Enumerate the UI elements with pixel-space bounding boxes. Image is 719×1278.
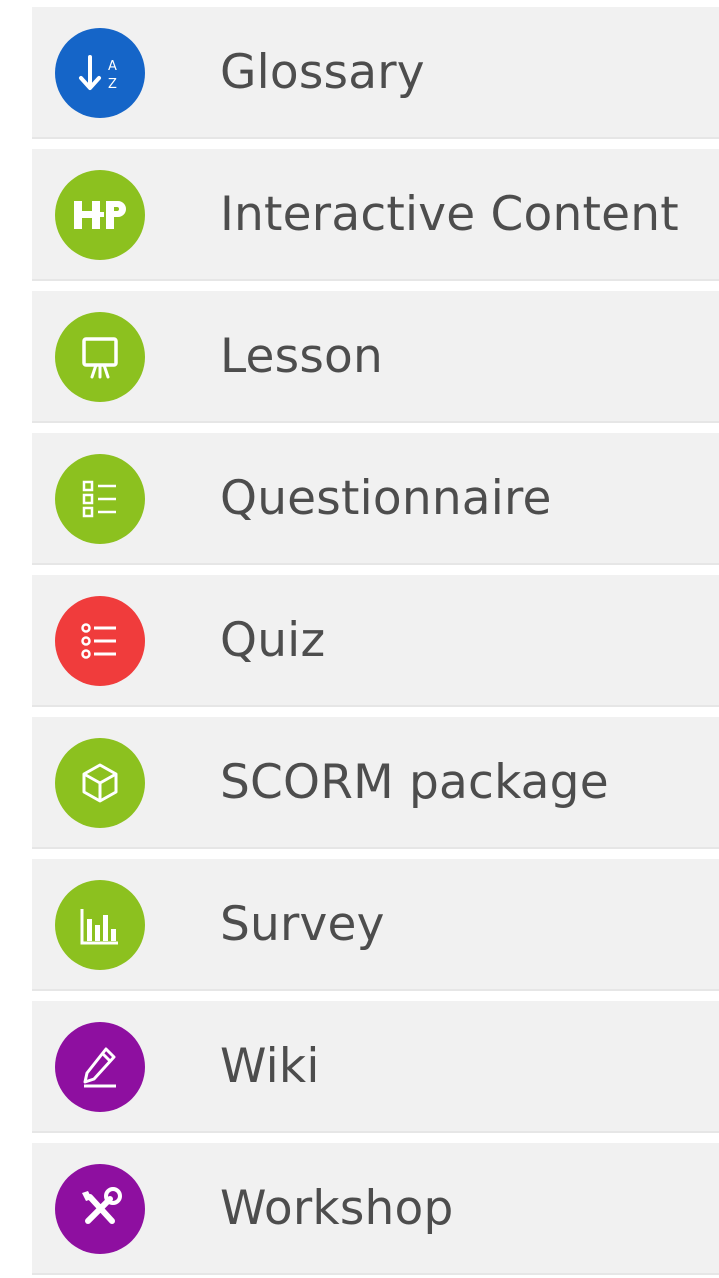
activity-item-quiz[interactable]: Quiz [32, 575, 719, 707]
activity-item-lesson[interactable]: Lesson [32, 291, 719, 423]
activity-label: Quiz [220, 613, 326, 668]
activity-label: SCORM package [220, 755, 609, 810]
wiki-pencil-icon [55, 1022, 145, 1112]
svg-text:Z: Z [108, 77, 117, 92]
activity-item-interactive-content[interactable]: Interactive Content [32, 149, 719, 281]
activity-label: Interactive Content [220, 187, 679, 242]
scorm-box-icon [55, 738, 145, 828]
lesson-easel-icon [55, 312, 145, 402]
workshop-tools-icon [55, 1164, 145, 1254]
activity-label: Wiki [220, 1039, 320, 1094]
activity-item-glossary[interactable]: A Z Glossary [32, 7, 719, 139]
glossary-az-icon: A Z [55, 28, 145, 118]
activity-label: Workshop [220, 1181, 454, 1236]
activity-label: Survey [220, 897, 385, 952]
activity-label: Lesson [220, 329, 383, 384]
quiz-list-icon [55, 596, 145, 686]
activity-label: Questionnaire [220, 471, 552, 526]
activity-item-wiki[interactable]: Wiki [32, 1001, 719, 1133]
h5p-icon [55, 170, 145, 260]
activity-label: Glossary [220, 45, 425, 100]
activity-item-workshop[interactable]: Workshop [32, 1143, 719, 1275]
activity-item-questionnaire[interactable]: Questionnaire [32, 433, 719, 565]
survey-chart-icon [55, 880, 145, 970]
activity-item-scorm-package[interactable]: SCORM package [32, 717, 719, 849]
activity-chooser-list: A Z Glossary Interactive Content Lesson [32, 0, 719, 1275]
questionnaire-icon [55, 454, 145, 544]
activity-item-survey[interactable]: Survey [32, 859, 719, 991]
svg-text:A: A [108, 59, 117, 74]
